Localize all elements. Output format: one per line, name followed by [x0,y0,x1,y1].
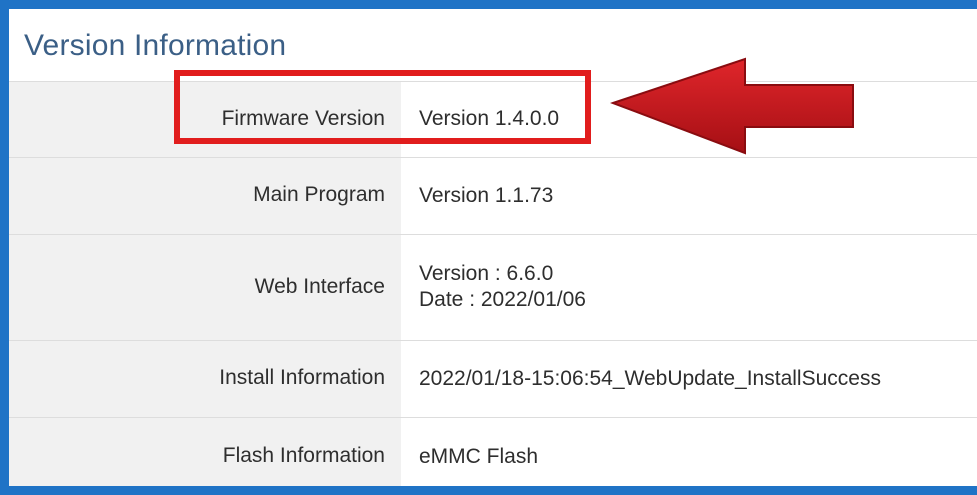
row-label-cell: Main Program [9,158,401,235]
info-row-install-information: Install Information 2022/01/18-15:06:54_… [9,340,977,418]
flash-information-label: Flash Information [222,444,385,467]
row-value-cell: 2022/01/18-15:06:54_WebUpdate_InstallSuc… [401,341,977,418]
install-information-label: Install Information [219,366,385,389]
info-row-main-program: Main Program Version 1.1.73 [9,157,977,235]
row-label-cell: Install Information [9,341,401,418]
flash-information-value: eMMC Flash [419,445,539,468]
info-row-flash-information: Flash Information eMMC Flash [9,417,977,486]
row-label-cell: Flash Information [9,418,401,486]
info-row-web-interface: Web Interface Version : 6.6.0 Date : 202… [9,234,977,341]
web-interface-date: Date : 2022/01/06 [419,288,586,311]
main-program-value: Version 1.1.73 [419,184,554,207]
main-program-label: Main Program [253,183,385,206]
row-value-cell: Version 1.1.73 [401,158,977,235]
web-interface-label: Web Interface [254,275,385,298]
arrow-shape [610,57,854,155]
red-arrow-icon [610,57,854,155]
row-label-cell: Web Interface [9,235,401,341]
row-value-cell: eMMC Flash [401,418,977,486]
row-value-cell: Version : 6.6.0 Date : 2022/01/06 [401,235,977,341]
web-interface-version: Version : 6.6.0 [419,262,554,285]
install-information-value: 2022/01/18-15:06:54_WebUpdate_InstallSuc… [419,367,881,390]
firmware-version-highlight-box [174,70,591,144]
panel-title: Version Information [24,29,287,62]
